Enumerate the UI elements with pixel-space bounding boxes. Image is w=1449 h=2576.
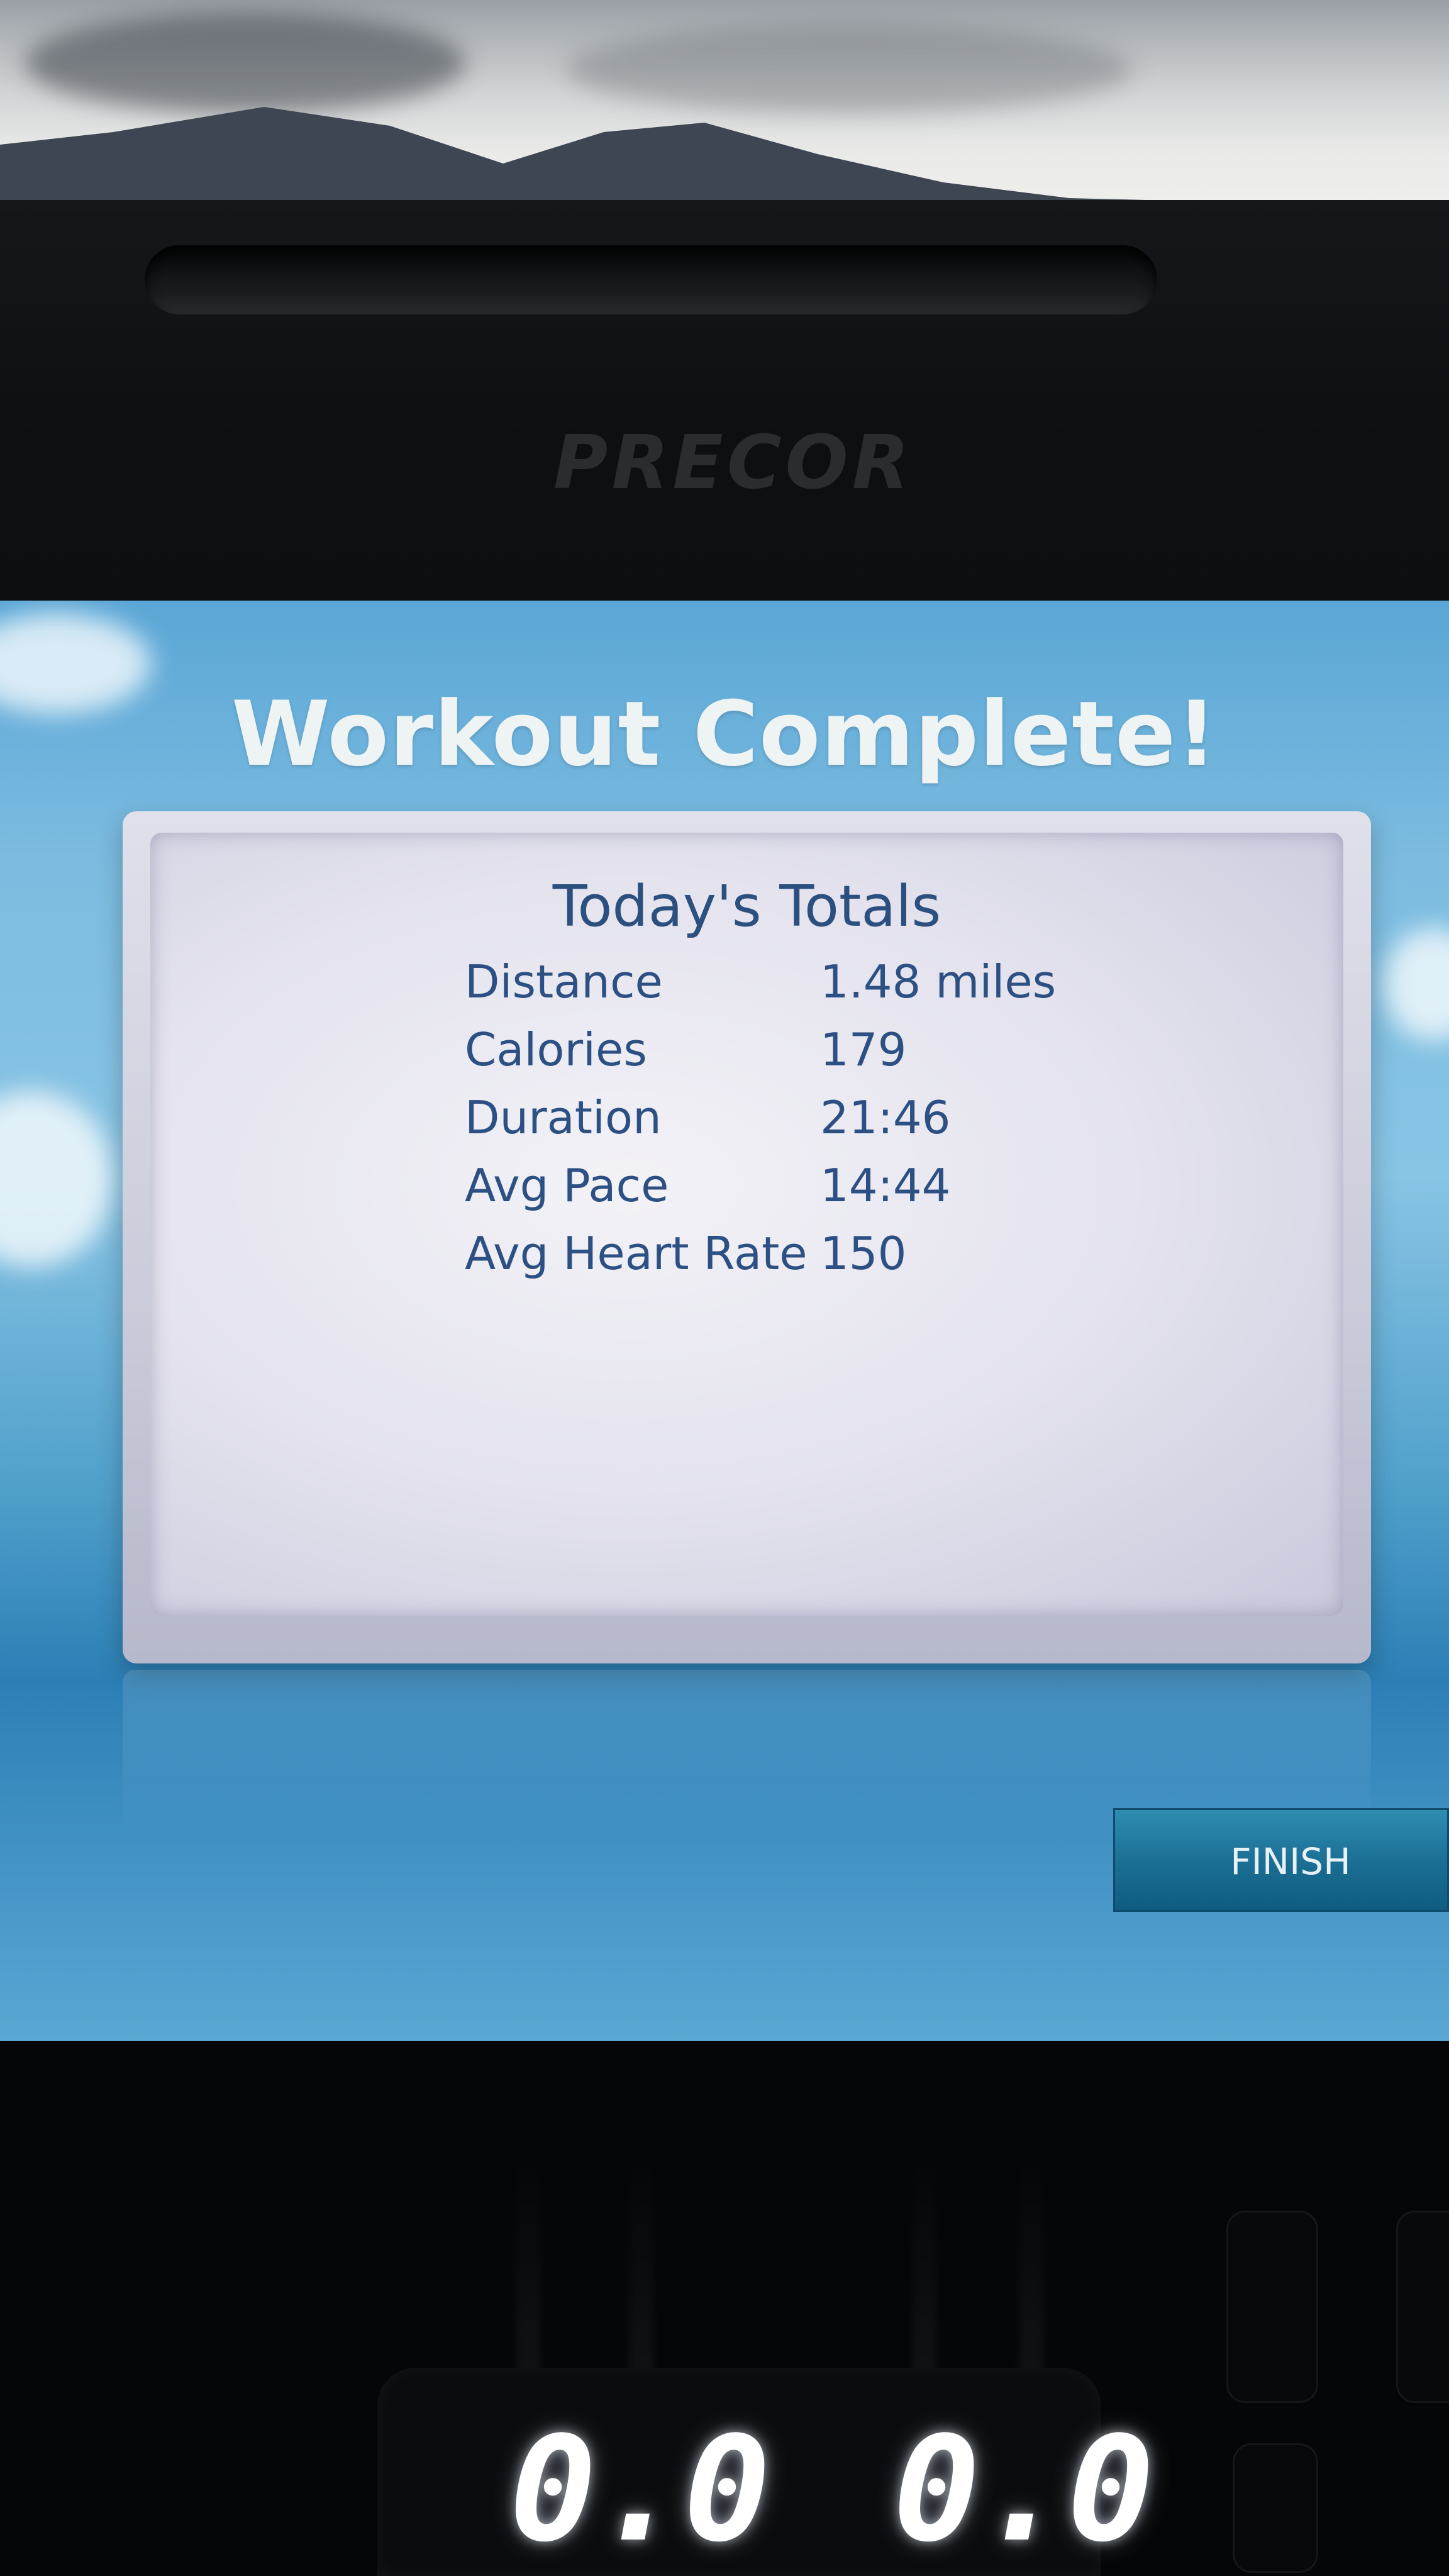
console-button[interactable] bbox=[1233, 2443, 1318, 2573]
totals-heading: Today's Totals bbox=[552, 874, 941, 940]
stat-label: Duration bbox=[465, 1091, 662, 1144]
top-slot bbox=[145, 245, 1157, 314]
console-button[interactable] bbox=[1226, 2211, 1318, 2403]
totals-panel: Today's Totals Distance 1.48 miles Calor… bbox=[123, 811, 1371, 1663]
console-button[interactable] bbox=[1396, 2211, 1449, 2403]
stat-row-duration: Duration 21:46 bbox=[465, 1091, 1157, 1159]
stat-value: 21:46 bbox=[820, 1091, 951, 1144]
finish-button[interactable]: FINISH bbox=[1113, 1808, 1449, 1912]
screen-cloud bbox=[1384, 928, 1449, 1041]
led-display-left: 0.0 bbox=[509, 2406, 771, 2574]
stat-value: 1.48 miles bbox=[820, 955, 1057, 1008]
stat-value: 14:44 bbox=[820, 1159, 951, 1212]
photo: PRECOR Workout Complete! Today's Totals … bbox=[0, 0, 1449, 2576]
touch-screen: Workout Complete! Today's Totals Distanc… bbox=[0, 601, 1449, 2041]
stat-value: 179 bbox=[820, 1023, 907, 1076]
totals-panel-inner: Today's Totals Distance 1.48 miles Calor… bbox=[150, 833, 1343, 1616]
stat-label: Distance bbox=[465, 955, 663, 1008]
stat-row-avg-heart-rate: Avg Heart Rate 150 bbox=[465, 1227, 1157, 1295]
stat-label: Avg Heart Rate bbox=[465, 1227, 808, 1280]
console: 0.0 0.0 bbox=[0, 2041, 1449, 2576]
brand-logo: PRECOR bbox=[553, 419, 913, 506]
page-title: Workout Complete! bbox=[231, 682, 1218, 786]
stat-label: Avg Pace bbox=[465, 1159, 669, 1212]
screen-cloud bbox=[0, 1091, 113, 1267]
stat-row-avg-pace: Avg Pace 14:44 bbox=[465, 1159, 1157, 1227]
stat-label: Calories bbox=[465, 1023, 647, 1076]
stat-row-calories: Calories 179 bbox=[465, 1023, 1157, 1091]
stat-row-distance: Distance 1.48 miles bbox=[465, 955, 1157, 1023]
stat-value: 150 bbox=[820, 1227, 907, 1280]
stats-list: Distance 1.48 miles Calories 179 Duratio… bbox=[465, 955, 1157, 1295]
led-display-right: 0.0 bbox=[893, 2406, 1155, 2574]
